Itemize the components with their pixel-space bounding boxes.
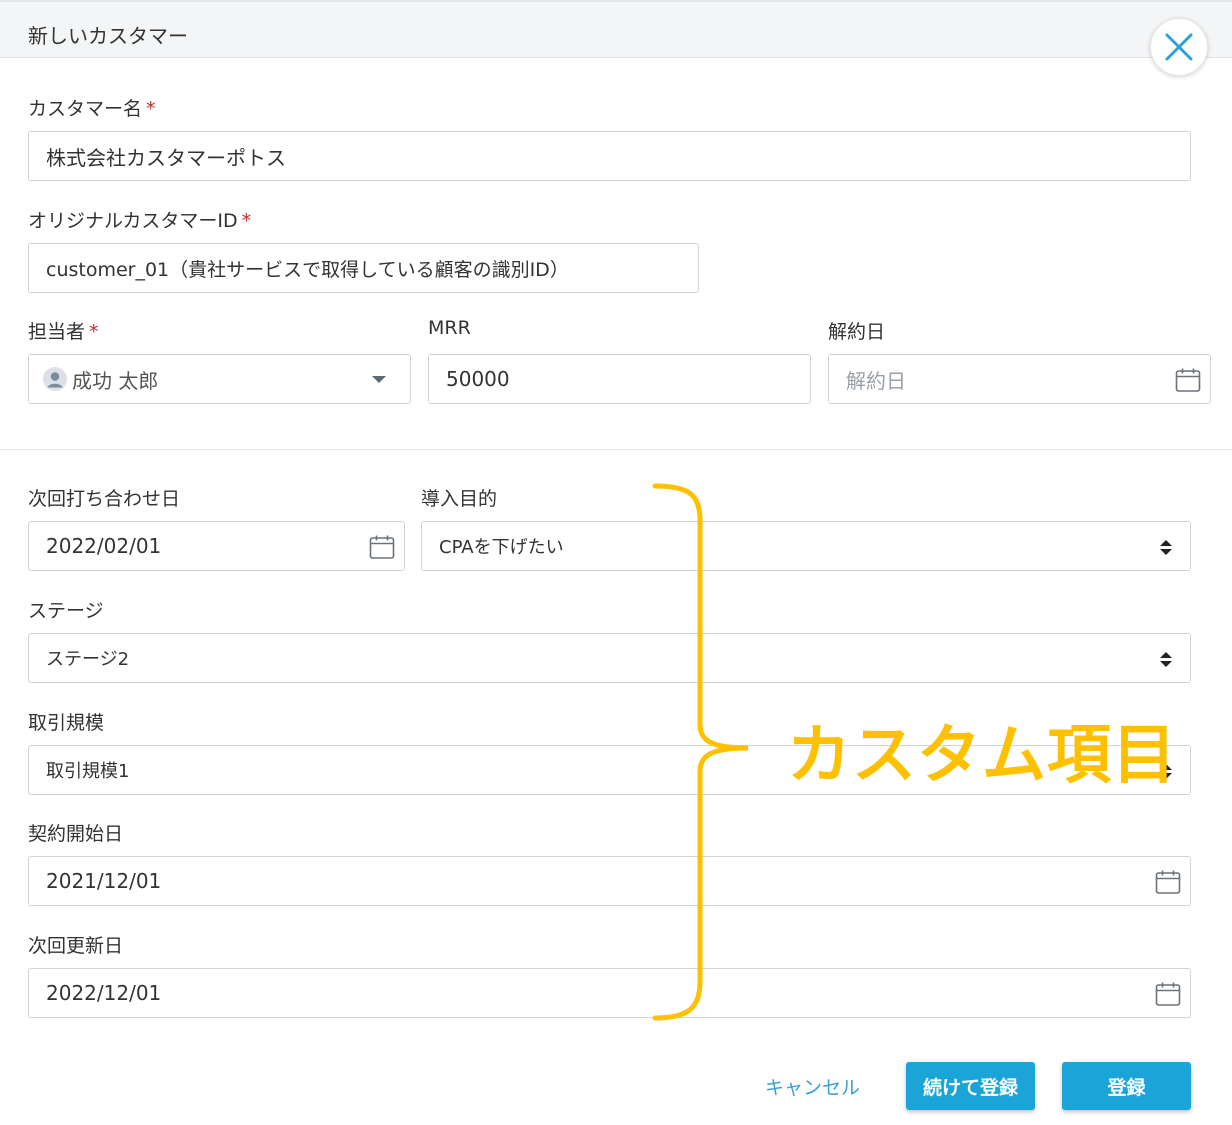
cancel-date-label: 解約日 xyxy=(828,321,886,343)
owner-select[interactable]: 成功 太郎 xyxy=(28,354,411,404)
user-avatar-icon xyxy=(43,367,67,391)
close-icon xyxy=(1165,33,1193,61)
cancel-date-input[interactable]: 解約日 xyxy=(828,354,1211,404)
stage-select[interactable]: ステージ2 xyxy=(28,633,1191,683)
contract-start-label: 契約開始日 xyxy=(28,823,124,845)
custom-fields-annotation: カスタム項目 xyxy=(787,719,1177,793)
mrr-input[interactable]: 50000 xyxy=(428,354,811,404)
purpose-select[interactable]: CPAを下げたい xyxy=(421,521,1191,571)
owner-label: 担当者 * xyxy=(28,321,99,343)
up-down-arrows-icon xyxy=(1160,540,1172,555)
calendar-icon[interactable] xyxy=(1155,869,1181,895)
save-and-continue-button[interactable]: 続けて登録 xyxy=(906,1062,1035,1110)
customer-name-input[interactable]: 株式会社カスタマーポトス xyxy=(28,131,1191,181)
section-divider xyxy=(0,449,1232,450)
original-id-input[interactable]: customer_01（貴社サービスで取得している顧客の識別ID） xyxy=(28,243,699,293)
calendar-icon[interactable] xyxy=(369,534,395,560)
calendar-icon[interactable] xyxy=(1175,367,1201,393)
original-id-label: オリジナルカスタマーID * xyxy=(28,210,252,232)
dialog-header: 新しいカスタマー xyxy=(0,0,1232,58)
chevron-down-icon[interactable] xyxy=(371,375,387,385)
up-down-arrows-icon xyxy=(1160,652,1172,667)
stage-label: ステージ xyxy=(28,600,104,622)
next-meeting-date-input[interactable]: 2022/02/01 xyxy=(28,521,405,571)
next-renewal-label: 次回更新日 xyxy=(28,935,124,957)
annotation-brace xyxy=(652,483,749,1021)
mrr-label: MRR xyxy=(428,317,471,339)
purpose-label: 導入目的 xyxy=(421,488,498,510)
close-button[interactable] xyxy=(1150,18,1208,76)
calendar-icon[interactable] xyxy=(1155,981,1181,1007)
deal-size-label: 取引規模 xyxy=(28,712,105,734)
customer-name-label: カスタマー名 * xyxy=(28,98,156,120)
next-meeting-label: 次回打ち合わせ日 xyxy=(28,488,181,510)
save-button[interactable]: 登録 xyxy=(1062,1062,1191,1110)
dialog-title: 新しいカスタマー xyxy=(28,24,188,48)
next-renewal-date-input[interactable]: 2022/12/01 xyxy=(28,968,1191,1018)
contract-start-date-input[interactable]: 2021/12/01 xyxy=(28,856,1191,906)
cancel-link[interactable]: キャンセル xyxy=(765,1073,860,1100)
